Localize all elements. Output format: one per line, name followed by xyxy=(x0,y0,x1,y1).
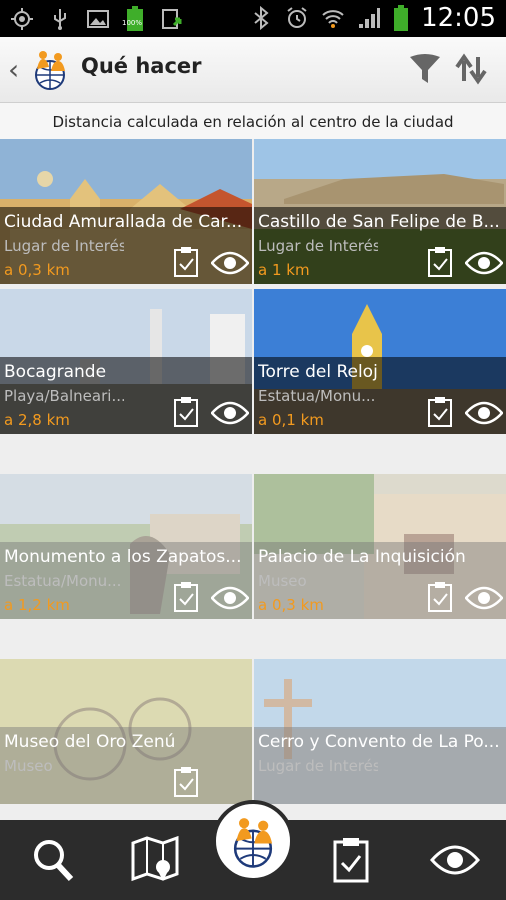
place-card[interactable]: Castillo de San Felipe de B... Lugar de … xyxy=(254,139,506,284)
place-card[interactable]: Bocagrande Playa/Balneari... a 2,8 km xyxy=(0,289,252,434)
eye-icon[interactable] xyxy=(211,586,249,610)
distance-note: Distancia calculada en relación al centr… xyxy=(0,103,506,139)
place-category: Lugar de Interés xyxy=(258,237,378,255)
place-card[interactable]: Palacio de La Inquisición Museo a 0,3 km xyxy=(254,474,506,619)
battery-full-icon xyxy=(394,5,409,31)
place-name: Cerro y Convento de La Po... xyxy=(258,732,500,752)
nav-search[interactable] xyxy=(18,820,88,900)
place-distance: a 1 km xyxy=(258,261,310,279)
signal-icon xyxy=(359,8,381,28)
app-logo-icon[interactable] xyxy=(28,47,72,91)
back-icon[interactable]: ‹ xyxy=(8,55,22,85)
home-button[interactable] xyxy=(212,800,294,882)
image-icon xyxy=(87,10,109,28)
status-bar: 100% 12:05 xyxy=(0,0,506,37)
upload-icon xyxy=(162,9,182,29)
place-category: Lugar de Interés xyxy=(258,757,378,775)
place-name: Bocagrande xyxy=(4,362,107,382)
add-to-plan-icon[interactable] xyxy=(173,581,199,613)
nav-planner[interactable] xyxy=(316,820,386,900)
eye-icon[interactable] xyxy=(211,251,249,275)
home-logo-icon xyxy=(233,818,273,868)
place-card[interactable]: Museo del Oro Zenú Museo xyxy=(0,659,252,804)
page-title: Qué hacer xyxy=(81,54,202,78)
search-icon xyxy=(34,840,74,882)
battery-percent-label: 100% xyxy=(122,19,143,27)
filter-icon[interactable] xyxy=(408,53,442,85)
add-to-plan-icon[interactable] xyxy=(427,246,453,278)
place-distance: a 0,3 km xyxy=(4,261,70,279)
add-to-plan-icon[interactable] xyxy=(173,246,199,278)
eye-icon[interactable] xyxy=(465,586,503,610)
place-category: Lugar de Interés xyxy=(4,237,124,255)
place-name: Torre del Reloj xyxy=(258,362,378,382)
bluetooth-icon xyxy=(254,6,269,30)
place-category: Playa/Balneari... xyxy=(4,387,124,405)
place-card[interactable]: Cerro y Convento de La Po... Lugar de In… xyxy=(254,659,506,804)
planner-icon xyxy=(333,838,369,883)
place-category: Museo xyxy=(258,572,307,590)
place-card[interactable]: Ciudad Amurallada de Car... Lugar de Int… xyxy=(0,139,252,284)
app-bar: ‹ Qué hacer xyxy=(0,37,506,103)
nav-seen[interactable] xyxy=(420,820,490,900)
map-icon xyxy=(131,835,179,882)
place-category: Estatua/Monu... xyxy=(4,572,122,590)
eye-icon[interactable] xyxy=(211,401,249,425)
place-name: Museo del Oro Zenú xyxy=(4,732,176,752)
place-name: Monumento a los Zapatos... xyxy=(4,547,242,567)
place-card[interactable]: Torre del Reloj Estatua/Monu... a 0,1 km xyxy=(254,289,506,434)
eye-icon[interactable] xyxy=(465,401,503,425)
clock: 12:05 xyxy=(421,3,496,33)
add-to-plan-icon[interactable] xyxy=(427,581,453,613)
battery-icon: 100% xyxy=(122,6,146,32)
place-distance: a 0,3 km xyxy=(258,596,324,614)
place-name: Ciudad Amurallada de Car... xyxy=(4,212,243,232)
usb-icon xyxy=(54,9,66,30)
wifi-icon xyxy=(322,10,344,28)
sort-icon[interactable] xyxy=(454,53,488,85)
place-name: Castillo de San Felipe de B... xyxy=(258,212,500,232)
place-distance: a 0,1 km xyxy=(258,411,324,429)
place-name: Palacio de La Inquisición xyxy=(258,547,466,567)
seen-icon xyxy=(430,845,480,875)
eye-icon[interactable] xyxy=(465,251,503,275)
place-distance: a 1,2 km xyxy=(4,596,70,614)
place-distance: a 2,8 km xyxy=(4,411,70,429)
place-category: Estatua/Monu... xyxy=(258,387,376,405)
place-card[interactable]: Monumento a los Zapatos... Estatua/Monu.… xyxy=(0,474,252,619)
gps-icon xyxy=(11,8,33,30)
add-to-plan-icon[interactable] xyxy=(173,396,199,428)
add-to-plan-icon[interactable] xyxy=(427,396,453,428)
place-category: Museo xyxy=(4,757,53,775)
nav-map[interactable] xyxy=(120,820,190,900)
alarm-icon xyxy=(287,7,307,28)
add-to-plan-icon[interactable] xyxy=(173,766,199,798)
